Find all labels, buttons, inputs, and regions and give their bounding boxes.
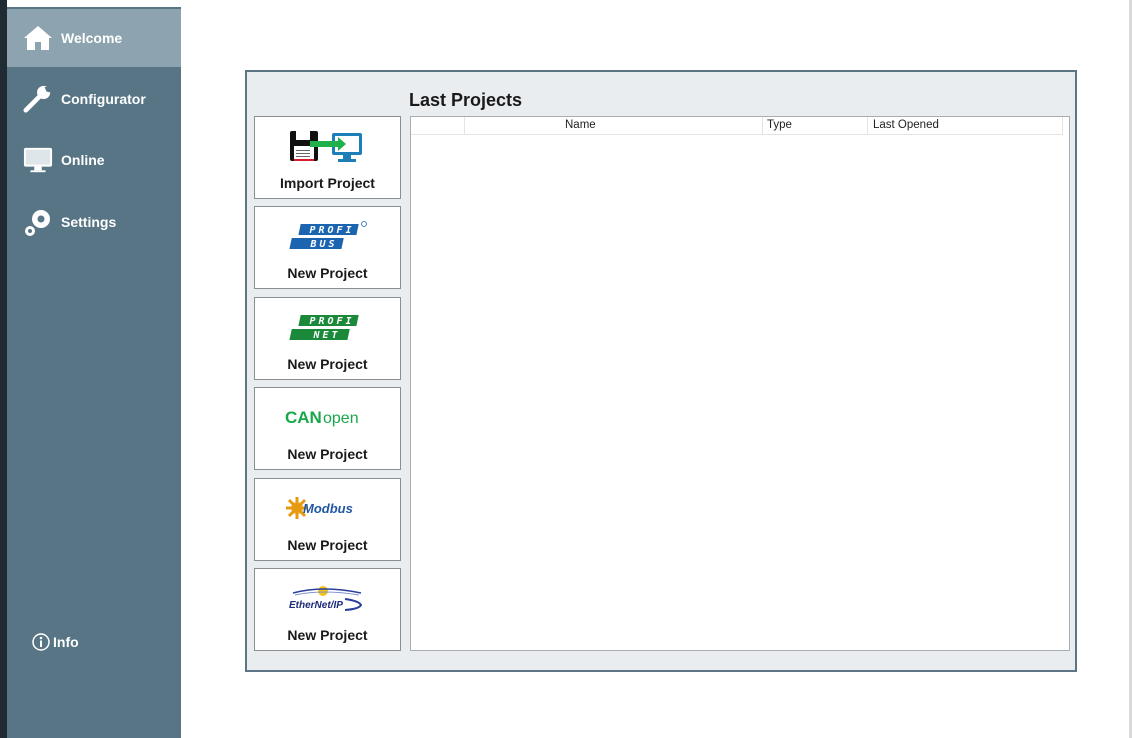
wrench-icon <box>23 84 53 114</box>
sidebar-item-label: Settings <box>61 214 117 230</box>
logo-text: EtherNet/IP <box>289 600 343 611</box>
last-projects-panel: Last Projects Import Project PROFI BUS N… <box>245 70 1077 672</box>
sidebar: Welcome Configurator Online Settings Inf… <box>7 7 181 738</box>
column-header-name[interactable]: Name <box>465 117 763 134</box>
logo-text: NET <box>312 330 340 341</box>
sidebar-item-label: Online <box>61 152 105 168</box>
sidebar-item-label: Info <box>53 634 79 650</box>
window-left-edge <box>0 0 7 738</box>
column-header-type[interactable]: Type <box>763 117 868 134</box>
sidebar-item-label: Configurator <box>61 91 146 107</box>
import-project-icon <box>255 123 400 169</box>
table-body <box>411 135 1067 649</box>
tile-label: New Project <box>287 356 368 372</box>
new-profinet-project-tile[interactable]: PROFI NET New Project <box>254 297 401 380</box>
import-project-tile[interactable]: Import Project <box>254 116 401 199</box>
sidebar-item-configurator[interactable]: Configurator <box>7 70 181 128</box>
monitor-icon <box>23 145 53 175</box>
sidebar-item-label: Welcome <box>61 30 123 46</box>
last-projects-table[interactable]: Name Type Last Opened <box>410 116 1070 651</box>
table-header: Name Type Last Opened <box>411 117 1063 135</box>
column-header[interactable] <box>411 117 465 134</box>
new-profibus-project-tile[interactable]: PROFI BUS New Project <box>254 206 401 289</box>
new-ethernet-ip-project-tile[interactable]: EtherNet/IP New Project <box>254 568 401 651</box>
sidebar-item-info[interactable]: Info <box>7 627 181 657</box>
tile-label: New Project <box>287 537 368 553</box>
ethernet-ip-logo: EtherNet/IP <box>255 575 400 621</box>
logo-text: CAN <box>285 408 322 427</box>
tile-label: New Project <box>287 446 368 462</box>
modbus-logo: Modbus <box>255 485 400 531</box>
canopen-logo: CAN open <box>255 394 400 440</box>
logo-text: BUS <box>309 239 337 250</box>
tile-label: New Project <box>287 265 368 281</box>
panel-title: Last Projects <box>409 90 523 110</box>
sidebar-item-settings[interactable]: Settings <box>7 193 181 251</box>
sidebar-item-welcome[interactable]: Welcome <box>7 9 181 67</box>
new-modbus-project-tile[interactable]: Modbus New Project <box>254 478 401 561</box>
sidebar-item-online[interactable]: Online <box>7 131 181 189</box>
logo-text: open <box>323 410 359 427</box>
home-icon <box>23 23 53 53</box>
gears-icon <box>23 207 53 237</box>
tile-label: New Project <box>287 627 368 643</box>
profinet-logo: PROFI NET <box>255 304 400 350</box>
profibus-logo: PROFI BUS <box>255 213 400 259</box>
logo-text: PROFI <box>309 225 354 236</box>
column-header-last-opened[interactable]: Last Opened <box>868 117 1063 134</box>
info-icon <box>32 633 50 651</box>
logo-text: PROFI <box>309 316 354 327</box>
tile-label: Import Project <box>280 175 375 191</box>
logo-text: Modbus <box>303 501 353 516</box>
new-canopen-project-tile[interactable]: CAN open New Project <box>254 387 401 470</box>
